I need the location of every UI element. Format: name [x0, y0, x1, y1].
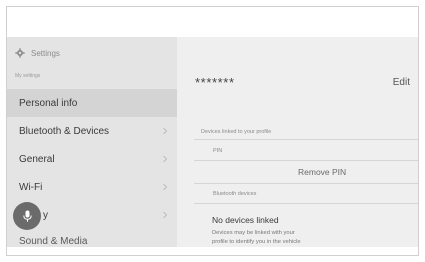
sidebar-item-general[interactable]: General: [7, 145, 177, 173]
sidebar-item-label: Sound & Media: [19, 236, 88, 247]
sidebar-item-label: Wi-Fi: [19, 181, 43, 193]
sidebar-item-label: General: [19, 153, 55, 165]
chevron-right-icon: [163, 127, 168, 135]
edit-button[interactable]: Edit: [393, 77, 410, 88]
voice-button[interactable]: [13, 202, 41, 230]
profile-name: *******: [195, 75, 235, 90]
sidebar-item-bluetooth-devices[interactable]: Bluetooth & Devices: [7, 117, 177, 145]
sidebar-item-label: Personal info: [19, 97, 78, 109]
sidebar-item-label: y: [43, 209, 48, 221]
pin-label: PIN: [213, 148, 223, 154]
sidebar-title: Settings: [31, 48, 60, 58]
sidebar-item-label: Bluetooth & Devices: [19, 125, 110, 137]
devices-linked-label: Devices linked to your profile: [201, 129, 272, 135]
chevron-right-icon: [163, 211, 168, 219]
device-frame: Settings My settings Personal info Bluet…: [6, 6, 419, 256]
remove-pin-button[interactable]: Remove PIN: [298, 167, 346, 177]
microphone-icon: [22, 210, 32, 222]
sidebar-item-personal-info[interactable]: Personal info: [7, 89, 177, 117]
chevron-right-icon: [163, 155, 168, 163]
sidebar-header: Settings: [15, 46, 60, 60]
hint-text-line-2: profile to identify you in the vehicle: [212, 239, 301, 245]
section-label-my-settings: My settings: [15, 73, 41, 79]
bluetooth-devices-label: Bluetooth devices: [213, 191, 257, 197]
divider: [194, 160, 418, 161]
gear-icon: [15, 48, 25, 58]
sidebar-item-wifi[interactable]: Wi-Fi: [7, 173, 177, 201]
sidebar-item-sound-media[interactable]: Sound & Media: [7, 233, 177, 247]
sidebar: Settings My settings Personal info Bluet…: [7, 37, 177, 247]
hint-text-line-1: Devices may be linked with your: [212, 230, 295, 236]
chevron-right-icon: [163, 183, 168, 191]
divider: [194, 203, 418, 204]
main-panel: ******* Edit Devices linked to your prof…: [177, 37, 418, 247]
settings-screen: Settings My settings Personal info Bluet…: [7, 37, 418, 247]
no-devices-text: No devices linked: [212, 215, 279, 225]
divider: [194, 183, 418, 184]
divider: [194, 139, 418, 140]
